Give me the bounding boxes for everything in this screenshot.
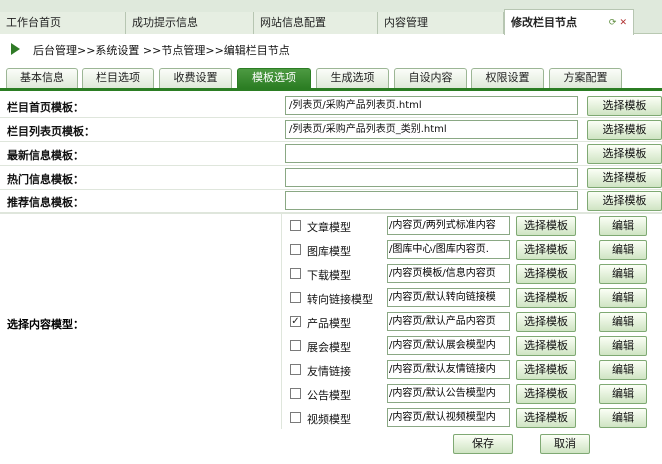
select-template-button[interactable]: 选择模板 [516, 216, 576, 236]
tab-permission-settings[interactable]: 权限设置 [471, 68, 544, 88]
top-tab-content-manage[interactable]: 内容管理 [378, 12, 504, 34]
model-template-input[interactable]: /内容页/默认视频模型内 [387, 408, 510, 427]
top-tab-edit-node[interactable]: 修改栏目节点 ⟳ ✕ [504, 9, 634, 35]
model-row-video: 视频模型 /内容页/默认视频模型内 选择模板 编辑 [282, 406, 662, 430]
hot-template-input[interactable] [285, 168, 578, 187]
select-template-button[interactable]: 选择模板 [516, 312, 576, 332]
play-arrow-icon [11, 43, 20, 55]
edit-button[interactable]: 编辑 [599, 408, 647, 428]
top-tab-bar: 工作台首页 成功提示信息 网站信息配置 内容管理 修改栏目节点 ⟳ ✕ [0, 0, 662, 35]
edit-button[interactable]: 编辑 [599, 384, 647, 404]
model-row-article: 文章模型 /内容页/两列式标准内容 选择模板 编辑 [282, 214, 662, 238]
sub-tab-bar: 基本信息 栏目选项 收费设置 模板选项 生成选项 自设内容 权限设置 方案配置 [0, 66, 662, 91]
select-template-button[interactable]: 选择模板 [516, 240, 576, 260]
model-checkbox-checked[interactable]: ✓ [290, 316, 301, 327]
model-template-input[interactable]: /内容页/两列式标准内容 [387, 216, 510, 235]
list-template-input[interactable]: /列表页/采购产品列表页_类别.html [285, 120, 578, 139]
form-actions: 保存 取消 [0, 431, 662, 464]
model-template-input[interactable]: /图库中心/图库内容页. [387, 240, 510, 259]
edit-button[interactable]: 编辑 [599, 240, 647, 260]
refresh-icon[interactable]: ⟳ [609, 18, 617, 28]
model-template-input[interactable]: /内容页/默认产品内容页 [387, 312, 510, 331]
select-template-button[interactable]: 选择模板 [516, 264, 576, 284]
select-template-button[interactable]: 选择模板 [516, 408, 576, 428]
model-template-input[interactable]: /内容页/默认展会模型内 [387, 336, 510, 355]
tab-custom-content[interactable]: 自设内容 [394, 68, 467, 88]
breadcrumb-bar: 后台管理>>系统设置 >>节点管理>>编辑栏目节点 [0, 36, 662, 62]
template-row-list: 栏目列表页模板： /列表页/采购产品列表页_类别.html 选择模板 [0, 118, 662, 142]
template-row-index: 栏目首页模板： /列表页/采购产品列表页.html 选择模板 [0, 94, 662, 118]
select-template-button[interactable]: 选择模板 [587, 168, 662, 188]
index-template-input[interactable]: /列表页/采购产品列表页.html [285, 96, 578, 115]
select-template-button[interactable]: 选择模板 [587, 120, 662, 140]
model-row-friendlink: 友情链接 /内容页/默认友情链接内 选择模板 编辑 [282, 358, 662, 382]
top-tab-success-info[interactable]: 成功提示信息 [126, 12, 254, 34]
breadcrumb: 后台管理>>系统设置 >>节点管理>>编辑栏目节点 [33, 44, 290, 57]
model-template-input[interactable]: /内容页/默认转向链接模 [387, 288, 510, 307]
tab-controls: ⟳ ✕ [609, 10, 627, 36]
content-models-label: 选择内容模型： [7, 318, 84, 331]
edit-button[interactable]: 编辑 [599, 336, 647, 356]
recommend-template-input[interactable] [285, 191, 578, 210]
model-template-input[interactable]: /内容页模板/信息内容页 [387, 264, 510, 283]
template-row-hot: 热门信息模板： 选择模板 [0, 166, 662, 190]
model-checkbox[interactable] [290, 388, 301, 399]
tab-generate-options[interactable]: 生成选项 [316, 68, 389, 88]
edit-button[interactable]: 编辑 [599, 288, 647, 308]
model-row-gallery: 图库模型 /图库中心/图库内容页. 选择模板 编辑 [282, 238, 662, 262]
model-row-download: 下载模型 /内容页模板/信息内容页 选择模板 编辑 [282, 262, 662, 286]
tab-template-options[interactable]: 模板选项 [237, 68, 311, 88]
model-checkbox[interactable] [290, 412, 301, 423]
tab-scheme-config[interactable]: 方案配置 [549, 68, 622, 88]
model-checkbox[interactable] [290, 244, 301, 255]
model-checkbox[interactable] [290, 292, 301, 303]
edit-button[interactable]: 编辑 [599, 360, 647, 380]
latest-template-input[interactable] [285, 144, 578, 163]
tab-column-options[interactable]: 栏目选项 [82, 68, 154, 88]
edit-button[interactable]: 编辑 [599, 216, 647, 236]
close-icon[interactable]: ✕ [619, 18, 627, 28]
top-tab-workbench[interactable]: 工作台首页 [0, 12, 126, 34]
cancel-button[interactable]: 取消 [540, 434, 590, 454]
top-tab-site-config[interactable]: 网站信息配置 [254, 12, 378, 34]
select-template-button[interactable]: 选择模板 [587, 144, 662, 164]
save-button[interactable]: 保存 [453, 434, 513, 454]
select-template-button[interactable]: 选择模板 [587, 191, 662, 211]
select-template-button[interactable]: 选择模板 [516, 384, 576, 404]
model-row-notice: 公告模型 /内容页/默认公告模型内 选择模板 编辑 [282, 382, 662, 406]
model-row-product: ✓ 产品模型 /内容页/默认产品内容页 选择模板 编辑 [282, 310, 662, 334]
select-template-button[interactable]: 选择模板 [516, 288, 576, 308]
model-template-input[interactable]: /内容页/默认公告模型内 [387, 384, 510, 403]
model-template-input[interactable]: /内容页/默认友情链接内 [387, 360, 510, 379]
select-template-button[interactable]: 选择模板 [516, 360, 576, 380]
edit-button[interactable]: 编辑 [599, 312, 647, 332]
template-row-recommend: 推荐信息模板： 选择模板 [0, 190, 662, 213]
tab-basic-info[interactable]: 基本信息 [6, 68, 78, 88]
model-checkbox[interactable] [290, 364, 301, 375]
edit-button[interactable]: 编辑 [599, 264, 647, 284]
select-template-button[interactable]: 选择模板 [587, 96, 662, 116]
select-template-button[interactable]: 选择模板 [516, 336, 576, 356]
model-checkbox[interactable] [290, 268, 301, 279]
template-row-latest: 最新信息模板： 选择模板 [0, 142, 662, 166]
model-checkbox[interactable] [290, 220, 301, 231]
model-checkbox[interactable] [290, 340, 301, 351]
model-row-redirect: 转向链接模型 /内容页/默认转向链接模 选择模板 编辑 [282, 286, 662, 310]
model-row-exhibition: 展会模型 /内容页/默认展会模型内 选择模板 编辑 [282, 334, 662, 358]
tab-fee-settings[interactable]: 收费设置 [159, 68, 232, 88]
